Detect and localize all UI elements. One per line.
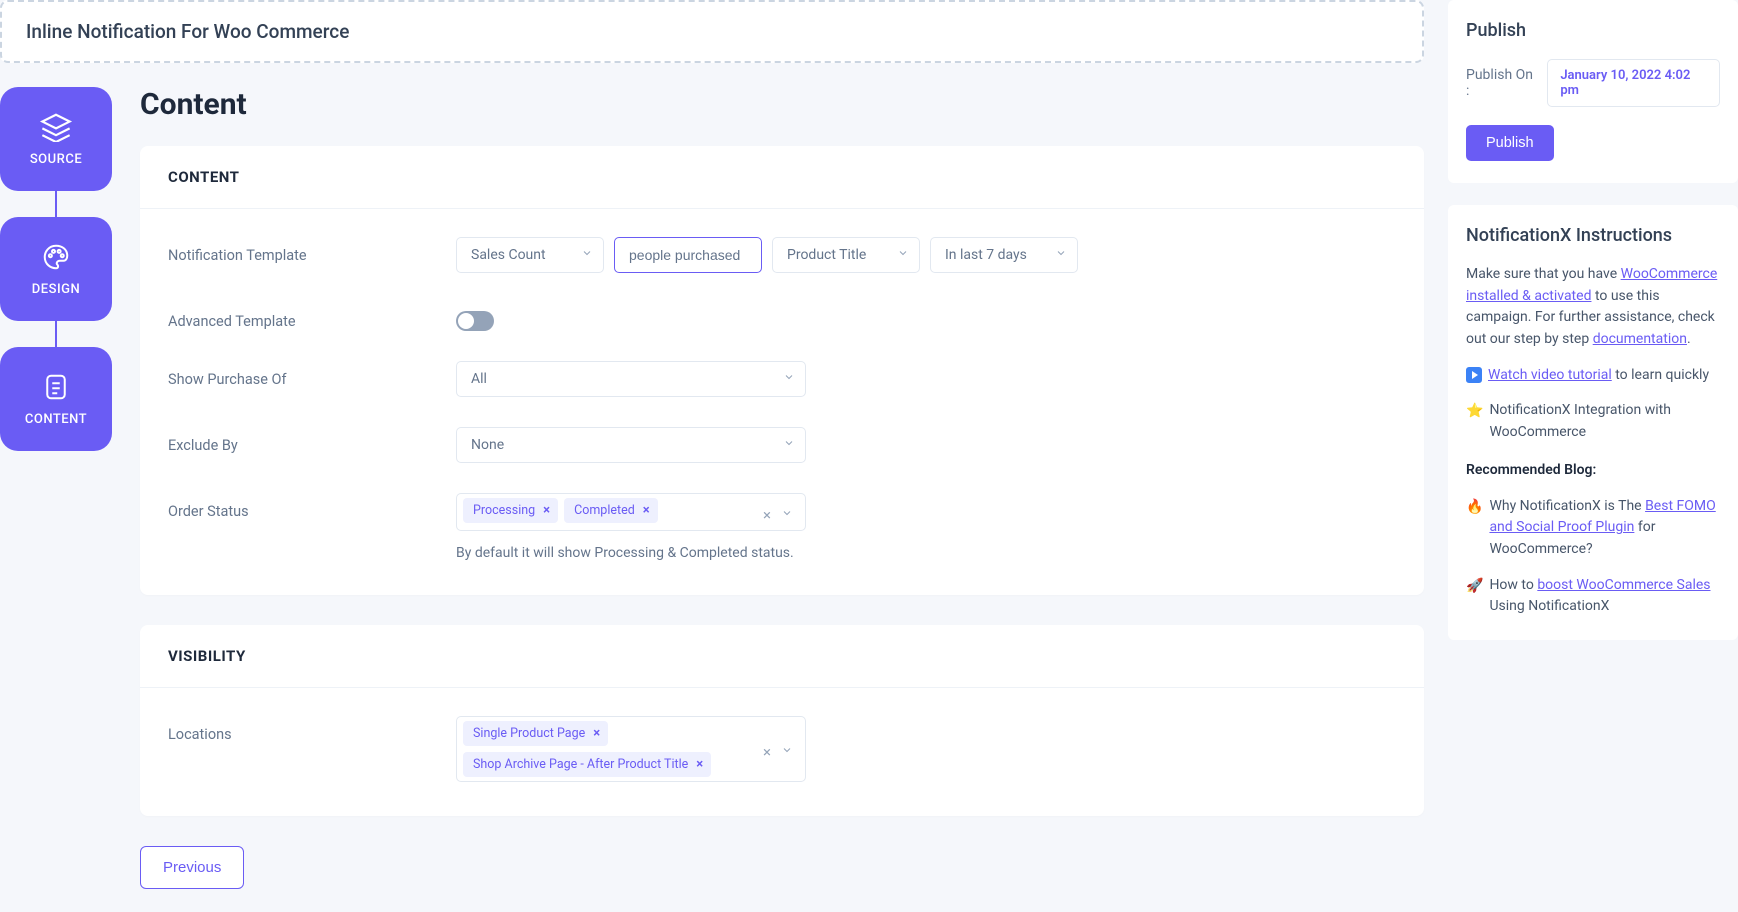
toggle-advanced-template[interactable] [456,311,494,331]
order-status-helper: By default it will show Processing & Com… [456,545,1396,561]
card-header-visibility: VISIBILITY [140,625,1424,688]
layers-icon [39,112,73,142]
step-content[interactable]: CONTENT [0,347,112,451]
link-documentation[interactable]: documentation [1593,331,1687,347]
chevron-down-icon [897,247,909,263]
label-advanced-template: Advanced Template [168,303,456,330]
template-text-input[interactable] [614,237,762,273]
chevron-down-icon [783,437,795,453]
instructions-title: NotificationX Instructions [1466,225,1720,246]
remove-tag-icon[interactable]: × [696,758,703,771]
step-label: SOURCE [30,152,82,167]
step-source[interactable]: SOURCE [0,87,112,191]
multiselect-locations[interactable]: Single Product Page × Shop Archive Page … [456,716,806,782]
play-icon [1466,367,1482,383]
remove-tag-icon[interactable]: × [543,504,550,517]
publish-on-label: Publish On : [1466,67,1537,99]
step-connector [55,321,57,347]
tag-order-status: Completed × [564,498,658,523]
publish-card: Publish Publish On : January 10, 2022 4:… [1448,0,1738,183]
select-sales-count[interactable]: Sales Count [456,237,604,273]
label-show-purchase-of: Show Purchase Of [168,361,456,388]
rocket-icon: 🚀 [1466,576,1483,598]
select-timeframe[interactable]: In last 7 days [930,237,1078,273]
campaign-title-box[interactable]: Inline Notification For Woo Commerce [0,0,1424,63]
instr-text: How to [1489,577,1537,593]
tag-location: Single Product Page × [463,721,608,746]
publish-datetime[interactable]: January 10, 2022 4:02 pm [1547,59,1720,107]
multiselect-order-status[interactable]: Processing × Completed × [456,493,806,531]
chevron-down-icon[interactable] [781,507,793,523]
tag-order-status: Processing × [463,498,558,523]
palette-icon [39,242,73,272]
instr-text: Using NotificationX [1489,598,1609,614]
publish-title: Publish [1466,20,1720,41]
instr-text: Make sure that you have [1466,266,1621,282]
label-notification-template: Notification Template [168,237,456,264]
chevron-down-icon [783,371,795,387]
publish-button[interactable]: Publish [1466,125,1554,161]
label-locations: Locations [168,716,456,743]
chevron-down-icon [1055,247,1067,263]
visibility-card: VISIBILITY Locations Single Product Page… [140,625,1424,816]
remove-tag-icon[interactable]: × [593,727,600,740]
page-heading: Content [140,87,1424,122]
previous-button[interactable]: Previous [140,846,244,889]
campaign-title: Inline Notification For Woo Commerce [26,20,349,43]
star-icon: ⭐ [1466,401,1483,423]
content-card: CONTENT Notification Template Sales Coun… [140,146,1424,595]
tag-location: Shop Archive Page - After Product Title … [463,752,711,777]
chevron-down-icon [581,247,593,263]
instr-text: to learn quickly [1612,367,1709,383]
step-label: CONTENT [25,412,87,427]
step-label: DESIGN [32,282,80,297]
label-order-status: Order Status [168,493,456,520]
instr-text: NotificationX Integration with WooCommer… [1489,400,1720,443]
label-exclude-by: Exclude By [168,427,456,454]
fire-icon: 🔥 [1466,497,1483,519]
instructions-card: NotificationX Instructions Make sure tha… [1448,205,1738,640]
select-product-title[interactable]: Product Title [772,237,920,273]
link-watch-video[interactable]: Watch video tutorial [1488,367,1612,383]
clear-all-icon[interactable]: × [763,743,771,761]
select-show-purchase-of[interactable]: All [456,361,806,397]
card-header-content: CONTENT [140,146,1424,209]
remove-tag-icon[interactable]: × [643,504,650,517]
link-boost-sales[interactable]: boost WooCommerce Sales [1537,577,1710,593]
step-connector [55,191,57,217]
steps-nav: SOURCE DESIGN [0,87,112,889]
recommended-heading: Recommended Blog: [1466,460,1720,482]
step-design[interactable]: DESIGN [0,217,112,321]
document-icon [40,372,72,402]
select-exclude-by[interactable]: None [456,427,806,463]
chevron-down-icon[interactable] [781,744,793,760]
instr-text: Why NotificationX is The [1489,498,1645,514]
clear-all-icon[interactable]: × [763,506,771,524]
